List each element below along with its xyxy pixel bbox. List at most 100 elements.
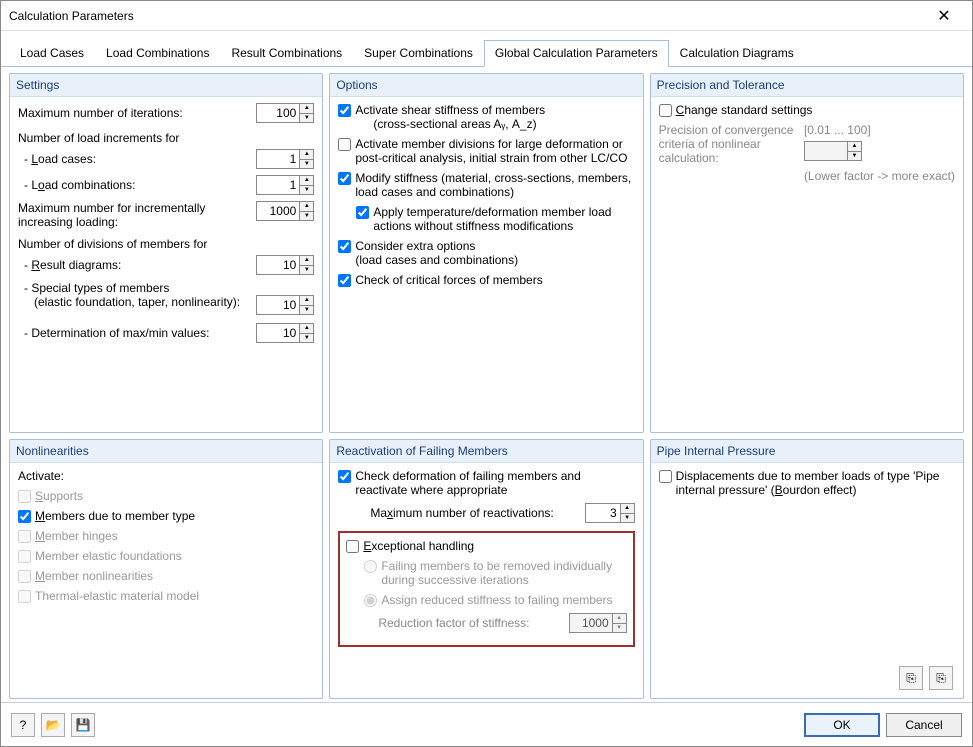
help-icon[interactable]: ?	[11, 713, 35, 737]
spin-down-icon[interactable]: ▼	[300, 306, 313, 315]
consider-label: Consider extra options(load cases and co…	[355, 239, 634, 267]
special-members-input[interactable]	[256, 295, 300, 315]
reduction-label: Reduction factor of stiffness:	[378, 616, 568, 630]
tab-global-calculation-parameters[interactable]: Global Calculation Parameters	[484, 40, 669, 67]
apply-checkbox[interactable]	[356, 206, 369, 219]
dialog: Calculation Parameters ✕ Load Cases Load…	[0, 0, 973, 747]
max-react-label: Maximum number of reactivations:	[370, 506, 584, 520]
spin-down-icon[interactable]: ▼	[300, 212, 313, 221]
reactivation-panel: Reactivation of Failing Members Check de…	[329, 439, 643, 699]
spin-down-icon[interactable]: ▼	[300, 186, 313, 195]
precision-hint: (Lower factor -> more exact)	[804, 169, 955, 183]
load-cases-input[interactable]	[256, 149, 300, 169]
open-icon[interactable]: 📂	[41, 713, 65, 737]
spin-up-icon[interactable]: ▲	[621, 504, 634, 514]
thermal-label: Thermal-elastic material model	[35, 589, 314, 603]
max-react-spinner[interactable]: ▲▼	[585, 503, 635, 523]
check-deform-label: Check deformation of failing members and…	[355, 469, 634, 497]
close-button[interactable]: ✕	[924, 2, 964, 30]
spin-up-icon[interactable]: ▲	[300, 176, 313, 186]
spin-down-icon[interactable]: ▼	[300, 266, 313, 275]
memnon-label: Member nonlinearities	[35, 569, 314, 583]
max-incr-input[interactable]	[256, 201, 300, 221]
precision-spinner: ▲▼	[804, 141, 955, 161]
elastic-checkbox	[18, 550, 31, 563]
maxmin-input[interactable]	[256, 323, 300, 343]
max-incr-spinner[interactable]: ▲▼	[256, 201, 314, 221]
spin-up-icon[interactable]: ▲	[300, 104, 313, 114]
settings-panel: Settings Maximum number of iterations: ▲…	[9, 73, 323, 433]
spin-down-icon[interactable]: ▼	[300, 114, 313, 123]
member-div-checkbox[interactable]	[338, 138, 351, 151]
exceptional-checkbox[interactable]	[346, 540, 359, 553]
spin-up-icon[interactable]: ▲	[300, 202, 313, 212]
content-area: Settings Maximum number of iterations: ▲…	[1, 67, 972, 702]
spin-up-icon[interactable]: ▲	[300, 296, 313, 306]
max-incr-label: Maximum number for incrementally increas…	[18, 201, 256, 229]
increments-header: Number of load increments for	[18, 131, 314, 145]
tab-load-combinations[interactable]: Load Combinations	[95, 40, 220, 67]
spin-up-icon[interactable]: ▲	[300, 150, 313, 160]
maxmin-label: - Determination of max/min values:	[24, 326, 256, 340]
modify-label: Modify stiffness (material, cross-sectio…	[355, 171, 634, 199]
spin-down-icon: ▼	[613, 624, 626, 633]
displacements-checkbox[interactable]	[659, 470, 672, 483]
settings-header: Settings	[10, 74, 322, 97]
spin-up-icon[interactable]: ▲	[300, 256, 313, 266]
members-checkbox[interactable]	[18, 510, 31, 523]
member-div-label: Activate member divisions for large defo…	[355, 137, 634, 165]
tab-result-combinations[interactable]: Result Combinations	[220, 40, 353, 67]
spin-up-icon[interactable]: ▲	[300, 324, 313, 334]
elastic-label: Member elastic foundations	[35, 549, 314, 563]
pipe-panel: Pipe Internal Pressure Displacements due…	[650, 439, 964, 699]
options-panel: Options Activate shear stiffness of memb…	[329, 73, 643, 433]
footer: ? 📂 💾 OK Cancel	[1, 702, 972, 746]
special-members-spinner[interactable]: ▲▼	[256, 295, 314, 315]
pipe-header: Pipe Internal Pressure	[651, 440, 963, 463]
ok-button[interactable]: OK	[804, 713, 880, 737]
thermal-checkbox	[18, 590, 31, 603]
check-deform-checkbox[interactable]	[338, 470, 351, 483]
options-header: Options	[330, 74, 642, 97]
max-iterations-spinner[interactable]: ▲▼	[256, 103, 314, 123]
tab-load-cases[interactable]: Load Cases	[9, 40, 95, 67]
maxmin-spinner[interactable]: ▲▼	[256, 323, 314, 343]
max-iterations-input[interactable]	[256, 103, 300, 123]
load-cases-spinner[interactable]: ▲▼	[256, 149, 314, 169]
shear-checkbox[interactable]	[338, 104, 351, 117]
nonlinearities-panel: Nonlinearities Activate: Supports Member…	[9, 439, 323, 699]
toolbar-icon-2[interactable]: ⎘	[929, 666, 953, 690]
toolbar-icon-1[interactable]: ⎘	[899, 666, 923, 690]
shear-label: Activate shear stiffness of members(cros…	[355, 103, 634, 131]
spin-down-icon[interactable]: ▼	[300, 334, 313, 343]
load-comb-input[interactable]	[256, 175, 300, 195]
result-diagrams-input[interactable]	[256, 255, 300, 275]
tab-calculation-diagrams[interactable]: Calculation Diagrams	[669, 40, 805, 67]
consider-checkbox[interactable]	[338, 240, 351, 253]
precision-header: Precision and Tolerance	[651, 74, 963, 97]
activate-label: Activate:	[18, 469, 314, 483]
conv-label: Precision of convergence criteria of non…	[659, 123, 794, 183]
supports-label: Supports	[35, 489, 314, 503]
critical-checkbox[interactable]	[338, 274, 351, 287]
result-diagrams-spinner[interactable]: ▲▼	[256, 255, 314, 275]
fail-reduce-radio	[364, 594, 377, 607]
displacements-label: Displacements due to member loads of typ…	[676, 469, 955, 497]
spin-down-icon: ▼	[848, 152, 861, 161]
tab-super-combinations[interactable]: Super Combinations	[353, 40, 484, 67]
hinges-checkbox	[18, 530, 31, 543]
cancel-button[interactable]: Cancel	[886, 713, 962, 737]
modify-checkbox[interactable]	[338, 172, 351, 185]
max-iterations-label: Maximum number of iterations:	[18, 106, 256, 120]
save-icon[interactable]: 💾	[71, 713, 95, 737]
spin-down-icon[interactable]: ▼	[300, 160, 313, 169]
hinges-label: Member hinges	[35, 529, 314, 543]
fail-reduce-label: Assign reduced stiffness to failing memb…	[381, 593, 612, 607]
supports-checkbox	[18, 490, 31, 503]
change-settings-checkbox[interactable]	[659, 104, 672, 117]
change-settings-label: Change standard settings	[676, 103, 955, 117]
spin-down-icon[interactable]: ▼	[621, 514, 634, 523]
load-comb-spinner[interactable]: ▲▼	[256, 175, 314, 195]
result-diagrams-label: - Result diagrams:	[24, 258, 256, 272]
max-react-input[interactable]	[585, 503, 621, 523]
